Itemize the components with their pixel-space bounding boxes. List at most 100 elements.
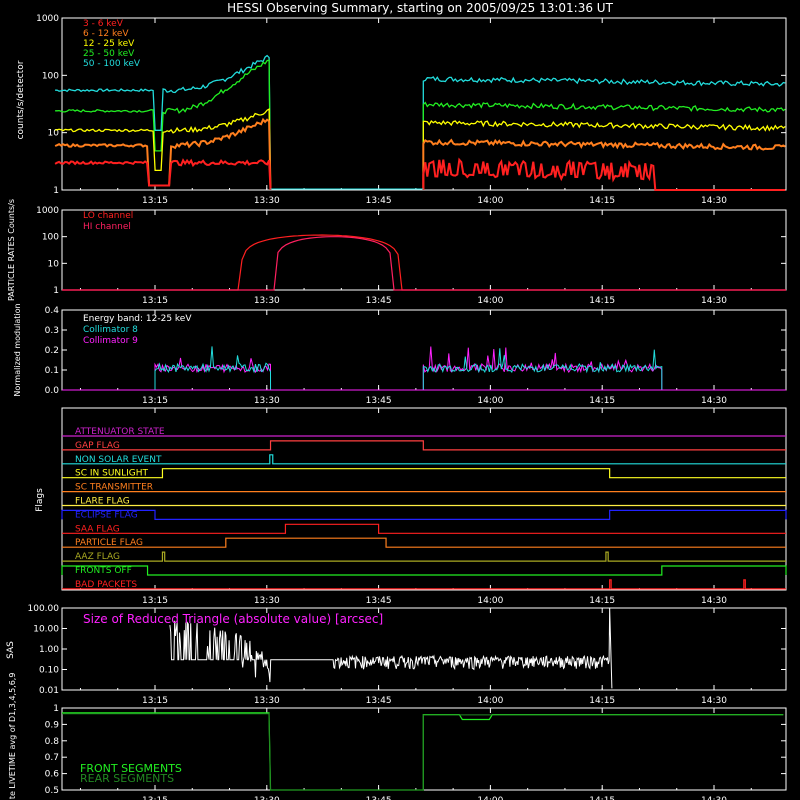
x-tick-label: 14:00 bbox=[477, 596, 503, 606]
y-tick-label: 0.8 bbox=[45, 737, 60, 747]
modulation-energy-band: Energy band: 12-25 keV bbox=[83, 314, 192, 324]
x-tick-label: 13:15 bbox=[142, 196, 168, 206]
x-tick-label: 14:30 bbox=[701, 196, 727, 206]
panel-count-rates: counts/s/detector 3 - 6 keV 6 - 12 keV 1… bbox=[16, 19, 141, 139]
legend-hi-channel: HI channel bbox=[83, 222, 131, 232]
flag-trace bbox=[62, 468, 786, 479]
y-tick-label: 1 bbox=[53, 704, 59, 714]
flag-sc-transmitter: SC TRANSMITTER bbox=[62, 483, 786, 493]
collimator-8-segment-1 bbox=[422, 348, 663, 391]
flag-label: ECLIPSE FLAG bbox=[75, 510, 138, 520]
x-tick-label: 14:30 bbox=[701, 696, 727, 706]
x-tick-label: 14:00 bbox=[477, 396, 503, 406]
x-tick-label: 13:15 bbox=[142, 696, 168, 706]
legend-6-12kev: 6 - 12 keV bbox=[83, 29, 129, 39]
panel4-ylabel: Flags bbox=[35, 488, 45, 512]
x-tick-label: 14:00 bbox=[477, 696, 503, 706]
panel1-ylabel: counts/s/detector bbox=[16, 60, 26, 139]
x-tick-label: 14:30 bbox=[701, 596, 727, 606]
y-tick-label: 10 bbox=[48, 259, 60, 269]
x-tick-label: 14:15 bbox=[589, 196, 615, 206]
panel-6-frame: 13:15 13:30 13:45 14:00 14:15 14:30 0.5 0.6 0.7 0… bbox=[45, 704, 787, 800]
y-tick-label: 1000 bbox=[36, 14, 59, 24]
flag-trace bbox=[61, 565, 787, 576]
panel-flags: Flags bbox=[35, 488, 45, 512]
x-tick-label: 13:45 bbox=[366, 696, 392, 706]
flag-eclipse-flag: ECLIPSE FLAG bbox=[61, 509, 787, 520]
flag-trace bbox=[62, 579, 786, 590]
flag-particle-flag: PARTICLE FLAG bbox=[62, 537, 786, 548]
flag-sc-in-sunlight: SC IN SUNLIGHT bbox=[62, 468, 786, 479]
panel-particle-rates: PARTICLE RATES Counts/s LO channel HI ch… bbox=[7, 199, 133, 301]
y-tick-label: 0.1 bbox=[45, 366, 59, 376]
chart-title: HESSI Observing Summary, starting on 200… bbox=[227, 1, 613, 15]
series-0-segment-a bbox=[54, 158, 272, 191]
x-tick-label: 14:30 bbox=[701, 296, 727, 306]
x-tick-label: 13:45 bbox=[366, 296, 392, 306]
flag-label: FRONTS OFF bbox=[75, 566, 132, 576]
y-tick-label: 1000 bbox=[36, 206, 59, 216]
x-tick-label: 14:00 bbox=[477, 196, 503, 206]
y-tick-label: 100 bbox=[42, 71, 59, 81]
flag-trace bbox=[61, 509, 787, 520]
panel-2-frame: 13:15 13:30 13:45 14:00 14:15 14:30 1 10 100 1000 bbox=[36, 206, 787, 306]
x-tick-label: 14:15 bbox=[589, 296, 615, 306]
legend-3-6kev: 3 - 6 keV bbox=[83, 19, 124, 29]
x-tick-label: 14:15 bbox=[589, 596, 615, 606]
flag-trace bbox=[62, 537, 786, 548]
flag-aaz-flag: AAZ FLAG bbox=[62, 551, 786, 562]
x-tick-label: 13:30 bbox=[254, 796, 280, 800]
x-tick-label: 13:30 bbox=[254, 396, 280, 406]
panel3-ylabel: Normalized modulation bbox=[13, 303, 22, 396]
legend-collimator-9: Collimator 9 bbox=[83, 336, 138, 346]
x-tick-label: 13:15 bbox=[142, 396, 168, 406]
flag-trace bbox=[62, 551, 786, 562]
x-tick-label: 14:30 bbox=[701, 396, 727, 406]
y-tick-label: 0.01 bbox=[39, 686, 59, 696]
series-3-segment-a bbox=[55, 59, 272, 191]
panel6-ylabel: Mon. Rate LIVETIME avg of D1,3,4,5,6,9 bbox=[8, 673, 17, 800]
x-tick-label: 13:30 bbox=[254, 696, 280, 706]
sas-annotation: Size of Reduced Triangle (absolute value… bbox=[83, 612, 383, 626]
x-tick-label: 14:15 bbox=[589, 396, 615, 406]
legend-rear-segments: REAR SEGMENTS bbox=[80, 772, 174, 785]
flag-bad-packets: BAD PACKETS bbox=[62, 579, 786, 590]
panel-4-border bbox=[61, 407, 787, 591]
x-tick-label: 13:30 bbox=[254, 296, 280, 306]
y-tick-label: 0.7 bbox=[45, 753, 59, 763]
panel-sas: SAS Size of Reduced Triangle (absolute v… bbox=[6, 612, 383, 659]
x-tick-label: 14:15 bbox=[589, 796, 615, 800]
y-tick-label: 0.2 bbox=[45, 346, 59, 356]
panel-livetime: Mon. Rate LIVETIME avg of D1,3,4,5,6,9 F… bbox=[8, 673, 182, 800]
panel5-ylabel: SAS bbox=[6, 641, 16, 659]
y-tick-label: 1 bbox=[53, 286, 59, 296]
lo-channel-line bbox=[62, 234, 786, 291]
flag-trace bbox=[62, 454, 786, 465]
observing-summary-chart: HESSI Observing Summary, starting on 200… bbox=[6, 1, 787, 800]
y-tick-label: 0.6 bbox=[45, 770, 60, 780]
y-tick-label: 0.9 bbox=[45, 720, 60, 730]
panel-4-frame: 13:15 13:30 13:45 14:00 14:15 14:30 bbox=[61, 407, 787, 606]
flag-attenuator-state: ATTENUATOR STATE bbox=[62, 427, 786, 437]
x-tick-label: 13:45 bbox=[366, 596, 392, 606]
flag-fronts-off: FRONTS OFF bbox=[61, 565, 787, 576]
y-tick-label: 0.4 bbox=[45, 306, 60, 316]
flag-non-solar-event: NON SOLAR EVENT bbox=[62, 454, 786, 465]
x-tick-label: 14:00 bbox=[477, 796, 503, 800]
y-tick-label: 1 bbox=[53, 186, 59, 196]
y-tick-label: 0.10 bbox=[39, 666, 59, 676]
x-tick-label: 13:30 bbox=[254, 196, 280, 206]
legend-lo-channel: LO channel bbox=[83, 211, 133, 221]
y-tick-label: 0.3 bbox=[45, 326, 59, 336]
legend-12-25kev: 12 - 25 keV bbox=[83, 39, 135, 49]
hi-channel-line bbox=[62, 236, 786, 291]
y-tick-label: 1.00 bbox=[39, 645, 59, 655]
x-tick-label: 13:15 bbox=[142, 596, 168, 606]
legend-collimator-8: Collimator 8 bbox=[83, 325, 138, 335]
legend-50-100kev: 50 - 100 keV bbox=[83, 59, 141, 69]
x-tick-label: 13:45 bbox=[366, 196, 392, 206]
x-tick-label: 14:30 bbox=[701, 796, 727, 800]
y-tick-label: 10.00 bbox=[33, 625, 59, 635]
legend-25-50kev: 25 - 50 keV bbox=[83, 49, 135, 59]
y-tick-label: 100 bbox=[42, 233, 59, 243]
